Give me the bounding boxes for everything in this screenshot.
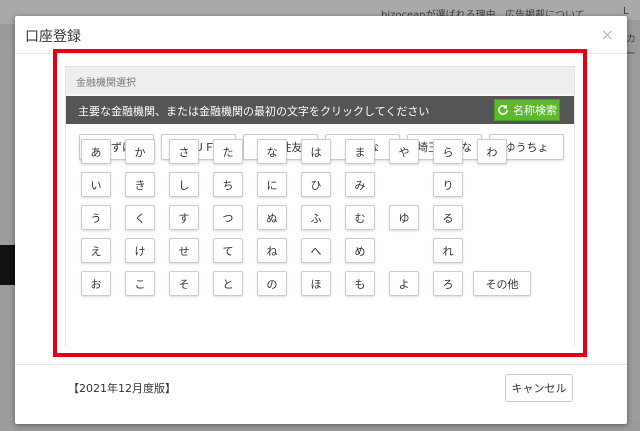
panel-inner: 主要な金融機関、または金融機関の最初の文字をクリックしてください 名称検索 みず…: [66, 96, 574, 346]
kana-button[interactable]: れ: [433, 238, 463, 263]
kana-button[interactable]: る: [433, 205, 463, 230]
kana-button[interactable]: と: [213, 271, 243, 296]
kana-button[interactable]: む: [345, 205, 375, 230]
kana-button[interactable]: め: [345, 238, 375, 263]
kana-button[interactable]: わ: [477, 139, 507, 164]
kana-button[interactable]: け: [125, 238, 155, 263]
kana-button[interactable]: し: [169, 172, 199, 197]
kana-button[interactable]: に: [257, 172, 287, 197]
kana-button[interactable]: す: [169, 205, 199, 230]
kana-button[interactable]: せ: [169, 238, 199, 263]
kana-button[interactable]: う: [81, 205, 111, 230]
kana-button[interactable]: は: [301, 139, 331, 164]
kana-button[interactable]: い: [81, 172, 111, 197]
kana-button[interactable]: ろ: [433, 271, 463, 296]
background-right-strip: カー: [626, 20, 640, 420]
kana-button[interactable]: ゆ: [389, 205, 419, 230]
kana-button[interactable]: ね: [257, 238, 287, 263]
close-icon[interactable]: ×: [601, 25, 614, 44]
kana-button[interactable]: そ: [169, 271, 199, 296]
refresh-icon: [498, 105, 508, 115]
name-search-label: 名称検索: [513, 104, 557, 117]
kana-button[interactable]: や: [389, 139, 419, 164]
kana-button[interactable]: あ: [81, 139, 111, 164]
kana-button[interactable]: ぬ: [257, 205, 287, 230]
instruction-text: 主要な金融機関、または金融機関の最初の文字をクリックしてください: [78, 105, 430, 118]
footer-divider: [15, 364, 627, 365]
kana-button[interactable]: ひ: [301, 172, 331, 197]
kana-button[interactable]: く: [125, 205, 155, 230]
kana-button[interactable]: へ: [301, 238, 331, 263]
bank-selection-panel: 金融機関選択 主要な金融機関、または金融機関の最初の文字をクリックしてください …: [65, 66, 575, 346]
cancel-button[interactable]: キャンセル: [505, 374, 573, 402]
kana-button[interactable]: え: [81, 238, 111, 263]
kana-button[interactable]: も: [345, 271, 375, 296]
kana-button[interactable]: さ: [169, 139, 199, 164]
panel-title: 金融機関選択: [66, 67, 574, 94]
other-button[interactable]: その他: [473, 271, 531, 296]
kana-button[interactable]: ら: [433, 139, 463, 164]
kana-button[interactable]: な: [257, 139, 287, 164]
kana-button[interactable]: よ: [389, 271, 419, 296]
kana-button[interactable]: き: [125, 172, 155, 197]
kana-button[interactable]: お: [81, 271, 111, 296]
kana-button[interactable]: ほ: [301, 271, 331, 296]
kana-button[interactable]: て: [213, 238, 243, 263]
instruction-bar: 主要な金融機関、または金融機関の最初の文字をクリックしてください 名称検索: [66, 96, 574, 124]
kana-button[interactable]: こ: [125, 271, 155, 296]
name-search-button[interactable]: 名称検索: [494, 99, 560, 121]
kana-button[interactable]: の: [257, 271, 287, 296]
version-label: 【2021年12月度版】: [68, 382, 176, 395]
kana-button[interactable]: た: [213, 139, 243, 164]
background-right-text: カー: [626, 34, 636, 60]
kana-button[interactable]: か: [125, 139, 155, 164]
kana-button[interactable]: ふ: [301, 205, 331, 230]
kana-button[interactable]: ま: [345, 139, 375, 164]
kana-button[interactable]: み: [345, 172, 375, 197]
kana-button[interactable]: ち: [213, 172, 243, 197]
account-registration-modal: 口座登録 × 金融機関選択 主要な金融機関、または金融機関の最初の文字をクリック…: [15, 16, 627, 424]
modal-title: 口座登録: [25, 29, 81, 45]
kana-button[interactable]: つ: [213, 205, 243, 230]
kana-button[interactable]: り: [433, 172, 463, 197]
